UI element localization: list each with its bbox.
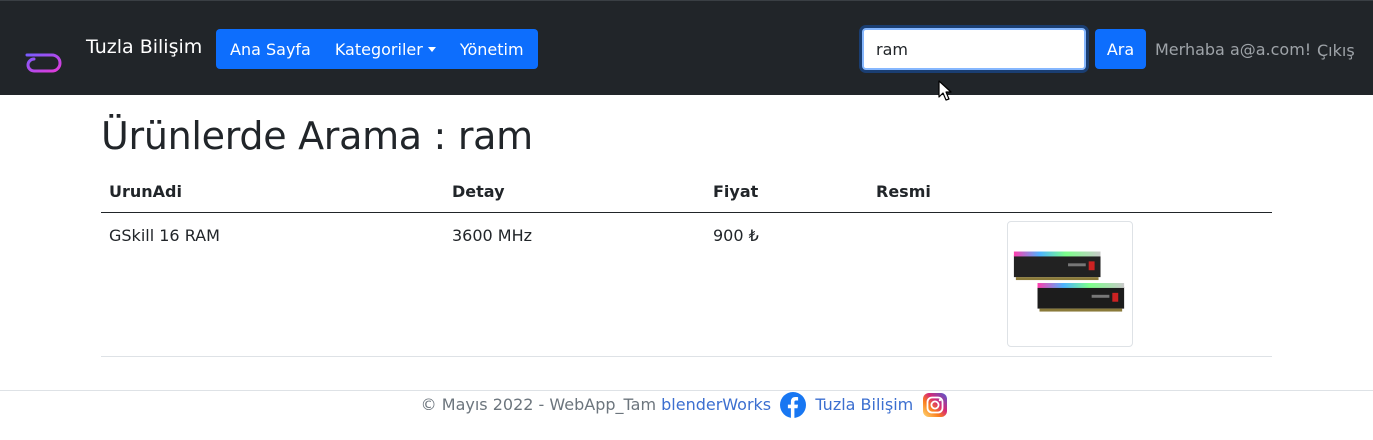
nav-link-yonetim[interactable]: Yönetim [448,40,536,59]
instagram-icon[interactable] [922,392,948,418]
column-header-detay: Detay [452,182,505,201]
logout-link[interactable]: Çıkış [1317,41,1355,60]
facebook-icon[interactable] [780,392,807,418]
main-nav: Ana Sayfa Kategoriler Yönetim [216,29,538,69]
page-title: Ürünlerde Arama : ram [101,114,533,158]
product-price: 900 ₺ [713,226,759,245]
search-input[interactable] [862,28,1086,70]
results-table: UrunAdi Detay Fiyat Resmi GSkill 16 RAM … [101,172,1272,357]
user-greeting[interactable]: Merhaba a@a.com! [1155,40,1311,59]
footer-copyright: © Mayıs 2022 - WebApp_Tam [420,395,657,414]
column-header-resmi: Resmi [876,182,931,201]
product-name: GSkill 16 RAM [109,226,220,245]
dropdown-caret-icon [427,46,436,52]
column-header-urunadi: UrunAdi [109,182,182,201]
navbar: Tuzla Bilişim Ana Sayfa Kategoriler Yöne… [0,0,1373,95]
table-row: GSkill 16 RAM 3600 MHz 900 ₺ [101,213,1272,357]
brand[interactable]: Tuzla Bilişim [22,21,202,77]
nav-dropdown-kategoriler[interactable]: Kategoriler [323,40,448,59]
table-header: UrunAdi Detay Fiyat Resmi [101,172,1272,213]
footer: © Mayıs 2022 - WebApp_Tam blenderWorks T… [0,392,1373,418]
product-detail: 3600 MHz [452,226,533,245]
mouse-cursor-icon [938,80,952,101]
nav-dropdown-label: Kategoriler [334,39,423,59]
search-button[interactable]: Ara [1095,29,1146,69]
brand-name[interactable]: Tuzla Bilişim [86,36,202,58]
footer-link-blenderworks[interactable]: blenderWorks [661,395,771,414]
footer-link-tuzla-bilisim[interactable]: Tuzla Bilişim [815,395,913,414]
brand-logo-icon[interactable] [22,21,72,77]
product-image-ram [1007,221,1133,347]
column-header-fiyat: Fiyat [713,182,759,201]
footer-divider [0,390,1373,391]
nav-link-ana-sayfa[interactable]: Ana Sayfa [218,40,323,59]
